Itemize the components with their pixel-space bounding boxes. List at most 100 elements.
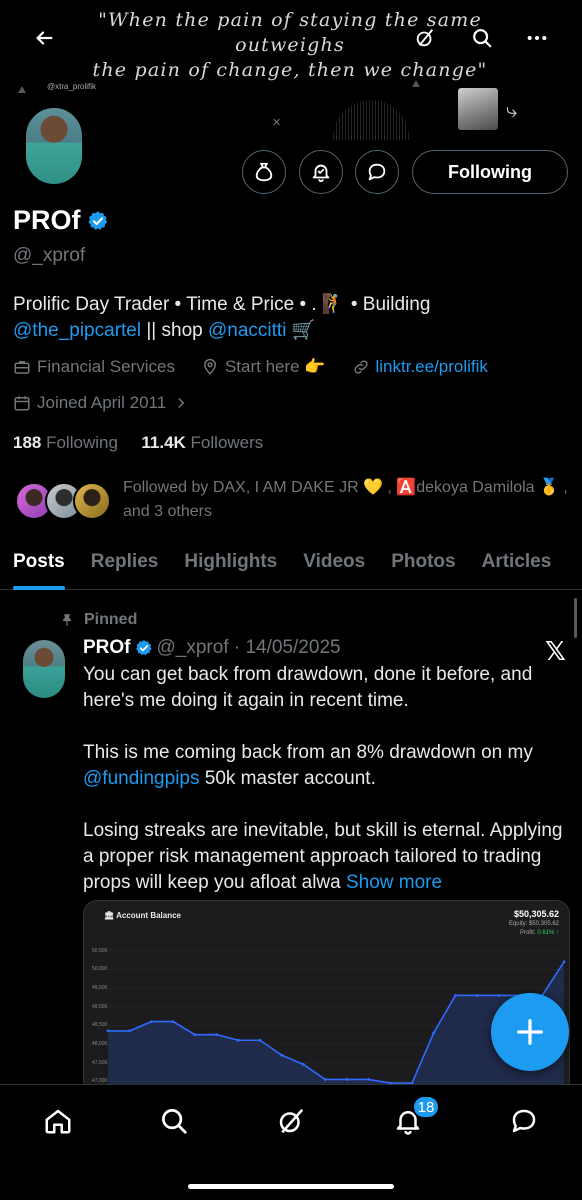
back-arrow-icon: [36, 31, 53, 45]
tab-posts[interactable]: Posts: [0, 540, 78, 590]
banner-tag: @xtra_prolifik: [47, 82, 97, 91]
profile-joined: Joined April 2011: [37, 393, 167, 412]
briefcase-icon: [14, 361, 30, 374]
chart-point: [150, 1020, 153, 1023]
verified-badge-icon: [135, 640, 151, 656]
tab-articles[interactable]: Articles: [469, 540, 565, 589]
chart-point: [280, 1053, 284, 1057]
post-text: Losing streaks are inevitable, but skill…: [83, 820, 568, 893]
message-button[interactable]: [355, 150, 399, 194]
post-text: 50k master account.: [199, 768, 376, 789]
post-body[interactable]: You can get back from drawdown, done it …: [83, 662, 573, 896]
mention-link[interactable]: @fundingpips: [83, 768, 199, 789]
grok-button[interactable]: [405, 18, 445, 58]
bio-text: || shop: [141, 320, 209, 341]
chart-plot: [106, 950, 566, 1084]
profile-joined-row[interactable]: Joined April 2011: [13, 393, 190, 413]
profile-website-link[interactable]: linktr.ee/prolifik: [376, 357, 488, 377]
plus-icon: [517, 1019, 543, 1045]
followers-stat[interactable]: 11.4K Followers: [141, 433, 263, 452]
search-icon: [473, 29, 492, 48]
nav-home[interactable]: [36, 1099, 80, 1143]
nav-search[interactable]: [152, 1099, 196, 1143]
profile-avatar[interactable]: [24, 106, 84, 186]
post-meta: @_xprof · 14/05/2025: [156, 637, 341, 658]
post-paragraph: Losing streaks are inevitable, but skill…: [83, 818, 573, 896]
money-bag-icon: [255, 162, 273, 182]
tab-videos[interactable]: Videos: [290, 540, 378, 589]
pin-icon: [62, 614, 72, 626]
bio-line: @the_pipcartel || shop @naccitti 🛒: [13, 318, 573, 344]
home-indicator[interactable]: [188, 1184, 394, 1189]
bottom-navigation: 18: [0, 1084, 582, 1200]
chat-bubble-icon: [512, 1109, 536, 1133]
post-header: PROf @_xprof · 14/05/2025: [83, 637, 341, 659]
more-dots-icon: [527, 35, 547, 41]
following-count: 188: [13, 433, 42, 452]
post-author-avatar[interactable]: [23, 640, 65, 698]
chevron-right-icon: [178, 397, 185, 409]
followers-count: 11.4K: [141, 433, 186, 452]
post-image-chart[interactable]: 🏛 Account Balance $50,305.62 Equity: $50…: [83, 900, 570, 1084]
back-button[interactable]: [24, 18, 64, 58]
chart-point: [323, 1078, 327, 1081]
following-button[interactable]: Following: [412, 150, 568, 194]
chart-point: [367, 1078, 370, 1081]
post-paragraph: You can get back from drawdown, done it …: [83, 664, 538, 711]
verified-badge-icon[interactable]: [87, 210, 109, 232]
profile-handle: @_xprof: [13, 245, 86, 266]
notifications-subscribe-button[interactable]: [299, 150, 343, 194]
profile-tabs: Posts Replies Highlights Videos Photos A…: [0, 540, 582, 590]
chart-point: [302, 1063, 305, 1066]
post-author-name[interactable]: PROf: [83, 637, 131, 659]
profile-name-text: PROf: [13, 205, 81, 235]
chart-point: [475, 994, 479, 997]
notifications-badge: 18: [412, 1095, 440, 1119]
tab-photos[interactable]: Photos: [378, 540, 468, 589]
profile-name: PROf: [13, 205, 109, 236]
post-paragraph: This is me coming back from an 8% drawdo…: [83, 740, 573, 792]
banner-decoration: [18, 86, 26, 93]
following-label: Following: [41, 433, 118, 452]
follower-avatar[interactable]: [73, 482, 111, 520]
chart-point: [497, 994, 501, 997]
banner-decoration: [412, 80, 420, 87]
mention-link[interactable]: @naccitti: [208, 320, 286, 341]
nav-messages[interactable]: [502, 1099, 546, 1143]
profile-category: Financial Services: [37, 357, 175, 376]
chart-point: [345, 1078, 349, 1081]
following-stat[interactable]: 188 Following: [13, 433, 118, 452]
banner-x-mark: ✕: [272, 117, 282, 129]
pinned-text: Pinned: [84, 611, 138, 628]
mention-link[interactable]: @the_pipcartel: [13, 320, 141, 341]
calendar-icon: [14, 396, 30, 411]
tip-button[interactable]: [242, 150, 286, 194]
more-button[interactable]: [517, 18, 557, 58]
show-more-link[interactable]: Show more: [346, 872, 442, 893]
pinned-label: Pinned: [60, 611, 137, 629]
chart-point: [215, 1033, 218, 1037]
followed-by-text[interactable]: Followed by DAX, I AM DAKE JR 💛 , 🅰️deko…: [123, 476, 573, 524]
scrollbar[interactable]: [574, 598, 577, 638]
bell-check-icon: [312, 164, 330, 183]
location-pin-icon: [203, 358, 216, 375]
banner-arrow-icon: ⤷: [506, 100, 518, 122]
profile-location: Start here 👉: [224, 357, 326, 376]
tab-highlights[interactable]: Highlights: [171, 540, 290, 589]
search-button[interactable]: [462, 18, 502, 58]
chart-point: [128, 1029, 132, 1033]
chart-point: [193, 1033, 197, 1037]
link-icon: [353, 360, 368, 374]
followers-label: Followers: [185, 433, 264, 452]
nav-grok[interactable]: [269, 1099, 313, 1143]
tab-replies[interactable]: Replies: [78, 540, 172, 589]
chart-point: [106, 1029, 110, 1033]
profile-meta-row: Financial Services Start here 👉 linktr.e…: [13, 357, 488, 377]
chart-point: [562, 960, 566, 964]
banner-photo: [458, 88, 498, 130]
compose-post-button[interactable]: [491, 993, 569, 1071]
search-icon: [162, 1109, 187, 1134]
follow-stats: 188 Following 11.4K Followers: [13, 433, 263, 453]
post-text: This is me coming back from an 8% drawdo…: [83, 742, 539, 763]
chart-point: [171, 1020, 175, 1023]
